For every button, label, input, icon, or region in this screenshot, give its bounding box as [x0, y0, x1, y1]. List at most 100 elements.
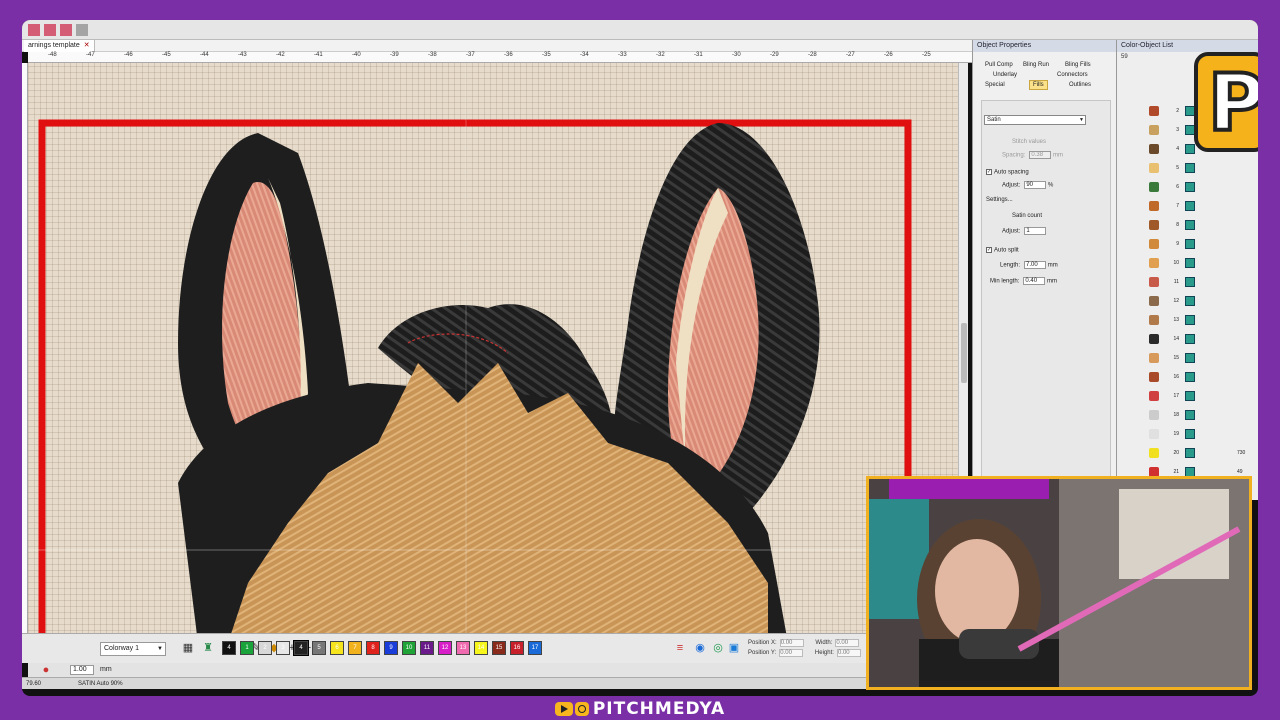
color-swatch[interactable]: 6	[330, 641, 344, 655]
color-list-item[interactable]: 13	[1117, 311, 1258, 330]
color-swatch[interactable]: 7	[348, 641, 362, 655]
color-swatch[interactable]: 13	[456, 641, 470, 655]
palette-icon[interactable]: ▣	[728, 642, 740, 654]
color-list-item[interactable]: 14	[1117, 330, 1258, 349]
colorway-select[interactable]: Colorway 1 ▼	[100, 642, 166, 656]
zoom-icon[interactable]: ●	[40, 664, 52, 676]
color-swatch[interactable]: 15	[492, 641, 506, 655]
ruler-label: -47	[86, 52, 95, 58]
width-field[interactable]: 0.00	[835, 639, 860, 647]
min-length-field[interactable]: 0.40	[1023, 277, 1046, 285]
zoom-input[interactable]: 1.00	[70, 665, 94, 675]
color-list-header: 59	[1121, 54, 1128, 60]
position-x-field[interactable]: 0.00	[779, 639, 804, 647]
color-list-item[interactable]: 7	[1117, 197, 1258, 216]
color-list-item[interactable]: 16	[1117, 368, 1258, 387]
tab-connectors[interactable]: Connectors	[1057, 70, 1088, 80]
color-list-item[interactable]: 5	[1117, 159, 1258, 178]
color-swatch[interactable]: 9	[384, 641, 398, 655]
color-blend-icon[interactable]: ◎	[712, 642, 724, 654]
color-swatch[interactable]: 2	[258, 641, 272, 655]
color-list-item[interactable]: 9	[1117, 235, 1258, 254]
color-list-item[interactable]: 20 730	[1117, 444, 1258, 463]
grid-icon[interactable]: ▦	[182, 642, 194, 654]
zoom-unit: mm	[100, 666, 112, 673]
color-swatch[interactable]: 5	[312, 641, 326, 655]
toolbar-icon[interactable]	[28, 24, 40, 36]
tab-outlines[interactable]: Outlines	[1069, 80, 1091, 90]
color-swatch[interactable]: 10	[402, 641, 416, 655]
spacing-field[interactable]: 0.38	[1029, 151, 1052, 159]
tab-pull-comp[interactable]: Pull Comp	[985, 60, 1013, 70]
tab-fills[interactable]: Fills	[1029, 80, 1048, 90]
color-list-item[interactable]: 18	[1117, 406, 1258, 425]
color-list-item[interactable]: 8	[1117, 216, 1258, 235]
color-list-item[interactable]: 15	[1117, 349, 1258, 368]
ruler-label: -25	[922, 52, 931, 58]
color-wheel-icon[interactable]: ◉	[694, 642, 706, 654]
document-tab[interactable]: arnings template ✕	[24, 40, 95, 52]
color-swatch[interactable]: 1	[240, 641, 254, 655]
color-swatch[interactable]: 12	[438, 641, 452, 655]
close-icon[interactable]: ✕	[84, 42, 90, 49]
object-thumbnail	[1149, 125, 1159, 135]
thread-icon[interactable]: ♜	[202, 642, 214, 654]
color-list-item[interactable]: 12	[1117, 292, 1258, 311]
color-list-item[interactable]: 10	[1117, 254, 1258, 273]
webcam-overlay	[866, 476, 1252, 690]
width-label: Width:	[815, 640, 833, 646]
satin-adjust-field[interactable]: 1	[1024, 227, 1047, 235]
sort-colors-icon[interactable]: ≡	[674, 642, 686, 654]
logo-letter: P	[1206, 58, 1258, 150]
stitch-type-icon	[1185, 258, 1195, 268]
design-canvas[interactable]	[28, 63, 958, 643]
settings-button[interactable]: Settings...	[986, 197, 1013, 203]
adjust-row: Adjust: 90 %	[1002, 181, 1053, 189]
color-swatch[interactable]: 4	[293, 640, 309, 656]
chevron-down-icon: ▼	[157, 646, 163, 652]
height-field[interactable]: 0.00	[836, 649, 861, 657]
color-swatch[interactable]: 3	[276, 641, 290, 655]
toolbar-icon[interactable]	[76, 24, 88, 36]
ruler-label: -41	[314, 52, 323, 58]
auto-split-checkbox[interactable]: ✓	[986, 247, 992, 253]
fill-type-select[interactable]: Satin ▼	[984, 115, 1086, 125]
scrollbar-thumb[interactable]	[961, 323, 967, 383]
auto-spacing-checkbox[interactable]: ✓	[986, 169, 992, 175]
color-swatch[interactable]: 11	[420, 641, 434, 655]
color-list-item[interactable]: 6	[1117, 178, 1258, 197]
object-thumbnail	[1149, 182, 1159, 192]
ruler-label: -45	[162, 52, 171, 58]
color-list-title: Color-Object List	[1117, 40, 1258, 52]
color-swatch[interactable]: 16	[510, 641, 524, 655]
color-swatch[interactable]: 17	[528, 641, 542, 655]
channel-logo: P	[1194, 52, 1258, 152]
tab-bling-run[interactable]: Bling Run	[1023, 60, 1049, 70]
colorway-label: Colorway 1	[104, 645, 140, 652]
document-tabs: arnings template ✕	[22, 40, 972, 52]
color-list-item[interactable]: 19	[1117, 425, 1258, 444]
ruler-label: -32	[656, 52, 665, 58]
stitch-type-icon	[1185, 410, 1195, 420]
color-swatch[interactable]: 14	[474, 641, 488, 655]
ruler-label: -30	[732, 52, 741, 58]
position-x-label: Position X:	[748, 640, 777, 646]
position-fields: Position X: 0.00 Width: 0.00 Position Y: 0.…	[748, 639, 861, 659]
color-list-item[interactable]: 17	[1117, 387, 1258, 406]
color-swatch[interactable]: 4	[222, 641, 236, 655]
color-swatch[interactable]: 8	[366, 641, 380, 655]
tab-special[interactable]: Special	[985, 80, 1005, 90]
position-y-field[interactable]: 0.00	[779, 649, 804, 657]
length-field[interactable]: 7.00	[1024, 261, 1047, 269]
ruler-label: -40	[352, 52, 361, 58]
stitch-type-icon	[1185, 239, 1195, 249]
instagram-icon	[574, 702, 589, 716]
color-list-item[interactable]: 11	[1117, 273, 1258, 292]
tab-underlay[interactable]: Underlay	[993, 70, 1017, 80]
tab-bling-fills[interactable]: Bling Fills	[1065, 60, 1091, 70]
adjust-field[interactable]: 90	[1024, 181, 1047, 189]
ruler-label: -39	[390, 52, 399, 58]
object-thumbnail	[1149, 334, 1159, 344]
toolbar-icon[interactable]	[60, 24, 72, 36]
toolbar-icon[interactable]	[44, 24, 56, 36]
